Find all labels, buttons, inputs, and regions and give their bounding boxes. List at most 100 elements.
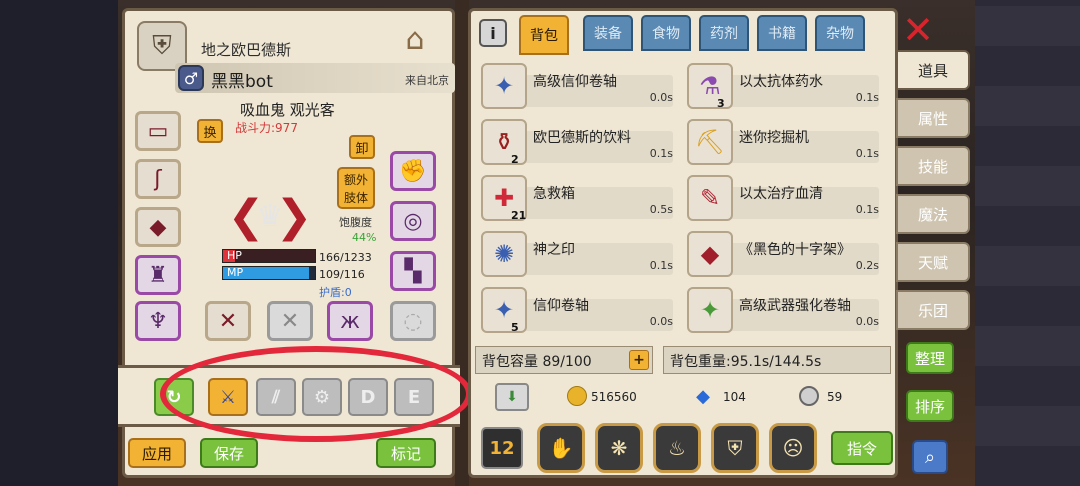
number-button[interactable]: 12 — [481, 427, 523, 469]
list-item[interactable]: ✚ 21 急救箱 0.5s — [479, 173, 679, 223]
organize-button[interactable]: 整理 — [906, 342, 954, 374]
hp-bar: HP — [222, 249, 316, 263]
swap-button[interactable]: 换 — [197, 119, 223, 143]
list-item[interactable]: ⛏ 迷你挖掘机 0.1s — [685, 117, 885, 167]
wing-skill-icon[interactable]: ❋ — [595, 423, 643, 473]
close-icon[interactable]: ✕ — [898, 10, 938, 50]
equip-slot-helmet[interactable]: ▭ — [135, 111, 181, 151]
skill-crossed-swords[interactable]: ⚔ — [208, 378, 248, 416]
equip-slot-amulet[interactable]: ж — [327, 301, 373, 341]
list-item[interactable]: ⚗ 3 以太抗体药水 0.1s — [685, 61, 885, 111]
inventory-tabs: i 背包 装备 食物 药剂 书籍 杂物 — [471, 11, 895, 55]
tab-food[interactable]: 食物 — [641, 15, 691, 51]
equip-slot-crossbow[interactable]: ✕ — [205, 301, 251, 341]
realm-plate: ⛨ 地之欧巴德斯 — [133, 17, 383, 71]
claw-icon: ʃ — [154, 166, 162, 192]
gauntlet-icon: ✊ — [399, 158, 427, 184]
list-item[interactable]: ⚱ 2 欧巴德斯的饮料 0.1s — [479, 117, 679, 167]
side-tab-skills[interactable]: 技能 — [896, 146, 970, 186]
crossbow-icon: ✕ — [218, 308, 238, 334]
list-item[interactable]: ◆ 《黑色的十字架》 0.2s — [685, 229, 885, 279]
skill-d-label: D — [360, 386, 376, 408]
token-amount: 59 — [827, 390, 843, 404]
skill-d[interactable]: D — [348, 378, 388, 416]
player-origin: 来自北京 — [405, 74, 449, 87]
token-icon — [799, 386, 819, 406]
hunger-value: 44% — [352, 231, 377, 244]
skill-bar: ↻ ⚔ ⫽ ⚙ D E — [118, 365, 460, 427]
mask-skill-icon[interactable]: ☹ — [769, 423, 817, 473]
side-tab-talent[interactable]: 天赋 — [896, 242, 970, 282]
book-icon: ◆ — [687, 231, 733, 277]
skill-slash[interactable]: ⫽ — [256, 378, 296, 416]
search-icon[interactable]: ⌕ — [912, 440, 948, 474]
expand-capacity-button[interactable]: + — [629, 350, 649, 370]
equip-slot-empty[interactable]: ◌ — [390, 301, 436, 341]
list-item[interactable]: ✦ 高级信仰卷轴 0.0s — [479, 61, 679, 111]
tab-misc[interactable]: 杂物 — [815, 15, 865, 51]
flame-skill-icon[interactable]: ♨ — [653, 423, 701, 473]
item-list: ✦ 高级信仰卷轴 0.0s ⚗ 3 以太抗体药水 0.1s ⚱ 2 欧巴德斯的饮… — [479, 61, 893, 335]
command-button[interactable]: 指令 — [831, 431, 893, 465]
shield-skill-icon[interactable]: ⛨ — [711, 423, 759, 473]
scroll-icon: ✦ — [481, 63, 527, 109]
crystal-icon: ◆ — [149, 214, 167, 240]
tab-equipment[interactable]: 装备 — [583, 15, 633, 51]
equip-slot-accessory[interactable]: ♆ — [135, 301, 181, 341]
tab-potions[interactable]: 药剂 — [699, 15, 749, 51]
side-tab-magic[interactable]: 魔法 — [896, 194, 970, 234]
character-title: 吸血鬼 观光客 — [240, 101, 335, 119]
shield-value: 护盾:0 — [319, 286, 352, 299]
equip-slot-boots[interactable]: ▚ — [390, 251, 436, 291]
gold-coin-icon — [567, 386, 587, 406]
side-tab-items[interactable]: 道具 — [896, 50, 970, 90]
hand-skill-icon[interactable]: ✋ — [537, 423, 585, 473]
right-wing-icon: ❯ — [275, 190, 313, 242]
tentacle-icon: ж — [340, 308, 360, 334]
excavator-icon: ⛏ — [687, 119, 733, 165]
side-tab-band[interactable]: 乐团 — [896, 290, 970, 330]
skill-e-label: E — [407, 386, 421, 408]
equip-slot-weapon[interactable]: ◆ — [135, 207, 181, 247]
unequip-button[interactable]: 卸 — [349, 135, 375, 159]
side-tab-attributes[interactable]: 属性 — [896, 98, 970, 138]
currency-row: 516560 ◆ 104 59 — [471, 382, 895, 412]
save-button[interactable]: 保存 — [200, 438, 258, 468]
equip-slot-armor[interactable]: ♜ — [135, 255, 181, 295]
list-item[interactable]: ✺ 神之印 0.1s — [479, 229, 679, 279]
realm-name: 地之欧巴德斯 — [201, 41, 292, 59]
list-item[interactable]: ✦ 高级武器强化卷轴 0.0s — [685, 285, 885, 335]
boots-icon: ▚ — [404, 258, 422, 284]
skill-e[interactable]: E — [394, 378, 434, 416]
equip-slot-ring[interactable]: ʃ — [135, 159, 181, 199]
list-item[interactable]: ✦ 5 信仰卷轴 0.0s — [479, 285, 679, 335]
equip-slot-gloves[interactable]: ✊ — [390, 151, 436, 191]
list-item[interactable]: ✎ 以太治疗血清 0.1s — [685, 173, 885, 223]
info-icon[interactable]: i — [479, 19, 507, 47]
crossed-swords-icon: ⚔ — [219, 386, 237, 408]
skill-refresh-button[interactable]: ↻ — [154, 378, 194, 416]
sort-button[interactable]: 排序 — [906, 390, 954, 422]
background-right — [975, 0, 1080, 486]
skill-gears[interactable]: ⚙ — [302, 378, 342, 416]
scroll-icon: ✦ — [481, 287, 527, 333]
equip-slot-belt[interactable]: ◎ — [390, 201, 436, 241]
hanger-icon[interactable]: ⌂ — [390, 19, 440, 59]
mark-button[interactable]: 标记 — [376, 438, 436, 468]
bag-weight: 背包重量:95.1s/144.5s — [663, 346, 891, 374]
male-icon: ♂ — [178, 65, 204, 91]
belt-icon: ◎ — [403, 208, 423, 234]
tab-books[interactable]: 书籍 — [757, 15, 807, 51]
combat-power: 战斗力:977 — [235, 121, 298, 135]
equip-slot-offhand[interactable]: ✕ — [267, 301, 313, 341]
apply-button[interactable]: 应用 — [128, 438, 186, 468]
hp-value: 166/1233 — [319, 251, 372, 264]
gold-amount: 516560 — [591, 390, 637, 404]
gem-amount: 104 — [723, 390, 746, 404]
drink-icon: ⚱ — [481, 119, 527, 165]
helmet-icon: ▭ — [147, 118, 169, 144]
extra-limb-button[interactable]: 额外肢体 — [337, 167, 375, 209]
armor-icon: ♜ — [148, 262, 168, 288]
tab-bag[interactable]: 背包 — [519, 15, 569, 55]
character-portrait: ❮ ♛ ❯ — [215, 176, 325, 256]
